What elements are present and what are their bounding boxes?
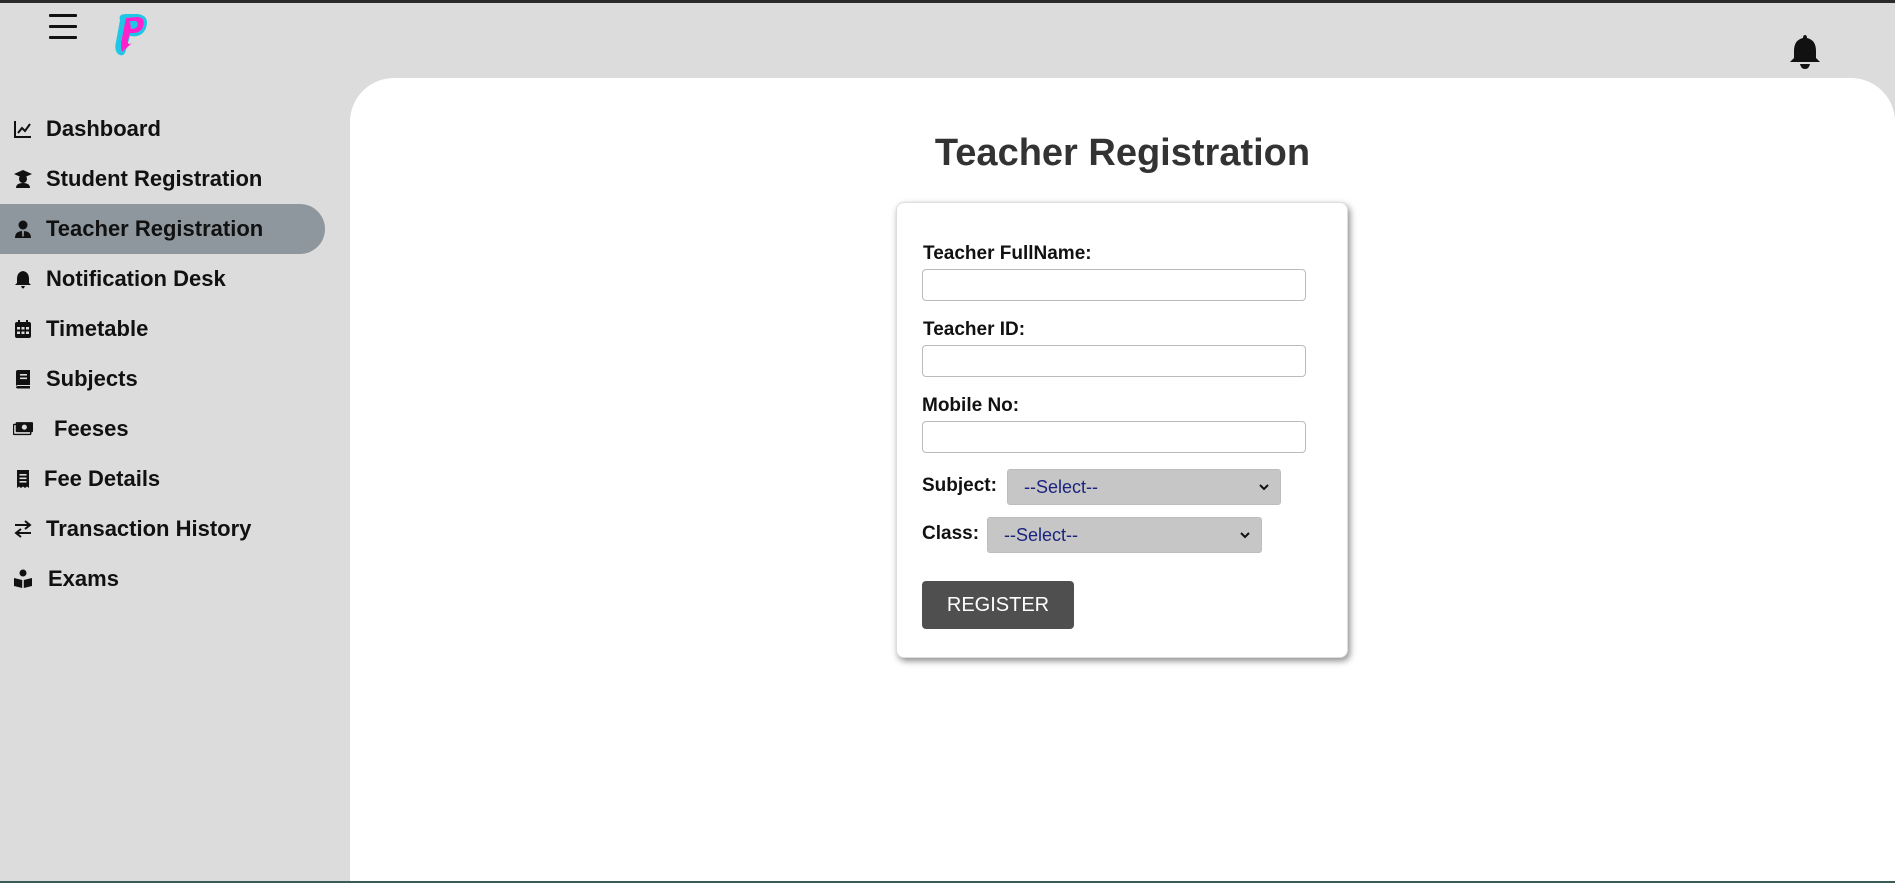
class-label: Class: (922, 523, 980, 544)
class-select[interactable]: --Select-- (987, 517, 1262, 553)
sidebar-item-fee-details[interactable]: Fee Details (0, 454, 325, 504)
sidebar-nav: Dashboard Student Registration Teacher R… (0, 104, 325, 604)
sidebar-item-label: Fee Details (44, 466, 161, 491)
receipt-icon (12, 468, 34, 490)
hamburger-menu-icon[interactable] (46, 14, 80, 44)
sidebar-item-label: Feeses (54, 416, 129, 441)
sidebar-item-label: Subjects (46, 366, 138, 391)
subject-select-value: --Select-- (1024, 476, 1099, 497)
sidebar-item-notification-desk[interactable]: Notification Desk (0, 254, 325, 304)
mobile-label: Mobile No: (922, 395, 1020, 416)
exchange-icon (12, 518, 34, 540)
main-content: Teacher Registration Teacher FullName: T… (350, 78, 1895, 883)
teacher-registration-form: Teacher FullName: Teacher ID: Mobile No:… (896, 202, 1348, 658)
bell-icon (12, 268, 34, 290)
teacher-id-input[interactable] (922, 345, 1306, 377)
page-title: Teacher Registration (934, 132, 1311, 174)
sidebar-item-label: Teacher Registration (46, 216, 264, 241)
register-button[interactable]: REGISTER (922, 581, 1074, 629)
app-logo[interactable] (108, 10, 152, 60)
subject-select[interactable]: --Select-- (1007, 469, 1281, 505)
sidebar-item-student-registration[interactable]: Student Registration (0, 154, 325, 204)
sidebar-item-dashboard[interactable]: Dashboard (0, 104, 325, 154)
sidebar-item-label: Student Registration (46, 166, 263, 191)
chart-line-icon (12, 118, 34, 140)
money-bill-icon (12, 418, 34, 440)
calendar-icon (12, 318, 34, 340)
sidebar-item-label: Dashboard (46, 116, 161, 141)
subject-label: Subject: (922, 475, 997, 496)
fullname-input[interactable] (922, 269, 1306, 301)
chevron-down-icon (1259, 484, 1269, 491)
fullname-label: Teacher FullName: (923, 243, 1092, 264)
sidebar-item-timetable[interactable]: Timetable (0, 304, 325, 354)
book-icon (12, 368, 34, 390)
sidebar-item-teacher-registration[interactable]: Teacher Registration (0, 204, 325, 254)
mobile-input[interactable] (922, 421, 1306, 453)
teacher-id-label: Teacher ID: (923, 319, 1026, 340)
book-reader-icon (12, 568, 34, 590)
sidebar-item-transaction-history[interactable]: Transaction History (0, 504, 325, 554)
sidebar-item-exams[interactable]: Exams (0, 554, 325, 604)
user-tie-icon (12, 218, 34, 240)
sidebar-item-subjects[interactable]: Subjects (0, 354, 325, 404)
sidebar-item-label: Notification Desk (46, 266, 226, 291)
graduate-icon (12, 168, 34, 190)
class-select-value: --Select-- (1004, 524, 1079, 545)
sidebar-item-label: Transaction History (46, 516, 252, 541)
window-top-border (0, 0, 1895, 3)
chevron-down-icon (1240, 532, 1250, 539)
sidebar-item-label: Timetable (46, 316, 149, 341)
sidebar-item-label: Exams (48, 566, 119, 591)
notification-bell-icon[interactable] (1788, 32, 1822, 70)
sidebar-item-feeses[interactable]: Feeses (0, 404, 325, 454)
